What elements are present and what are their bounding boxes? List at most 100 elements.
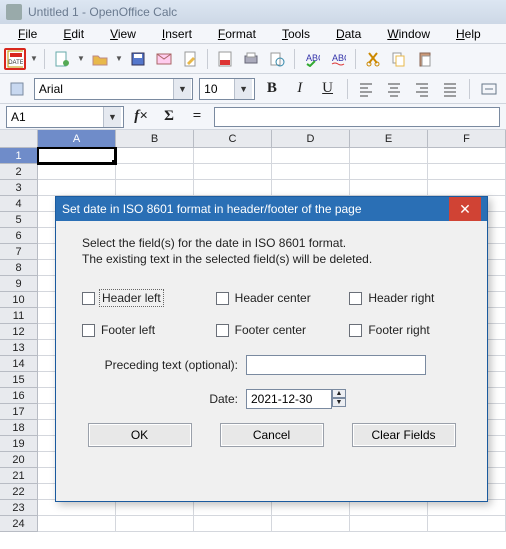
row-header[interactable]: 4 (0, 196, 38, 212)
autospell-button[interactable]: ABC (327, 48, 349, 70)
cell[interactable] (38, 180, 116, 196)
cell[interactable] (194, 148, 272, 164)
dropdown-icon[interactable]: ▼ (30, 48, 38, 70)
chevron-down-icon[interactable]: ▼ (103, 107, 121, 127)
cell[interactable] (116, 180, 194, 196)
chevron-down-icon[interactable]: ▼ (173, 79, 191, 99)
cell[interactable] (350, 500, 428, 516)
row-header[interactable]: 24 (0, 516, 38, 532)
paste-button[interactable] (414, 48, 436, 70)
dropdown-icon[interactable]: ▼ (115, 48, 123, 70)
preceding-text-input[interactable] (246, 355, 426, 375)
col-header-B[interactable]: B (116, 130, 194, 148)
row-header[interactable]: 19 (0, 436, 38, 452)
formula-input[interactable] (214, 107, 500, 127)
spin-down-button[interactable]: ▼ (332, 398, 346, 407)
col-header-F[interactable]: F (428, 130, 506, 148)
spin-up-button[interactable]: ▲ (332, 389, 346, 398)
cell[interactable] (116, 148, 194, 164)
cell[interactable] (350, 516, 428, 532)
row-header[interactable]: 18 (0, 420, 38, 436)
cell[interactable] (272, 164, 350, 180)
row-header[interactable]: 5 (0, 212, 38, 228)
font-name-input[interactable] (35, 79, 173, 99)
function-wizard-button[interactable]: f× (130, 106, 152, 128)
menu-edit[interactable]: Edit (51, 26, 96, 42)
name-box[interactable]: ▼ (6, 106, 124, 128)
align-right-button[interactable] (411, 78, 433, 100)
underline-button[interactable]: U (317, 78, 339, 100)
bold-button[interactable]: B (261, 78, 283, 100)
cell[interactable] (272, 148, 350, 164)
cell[interactable] (38, 148, 116, 164)
cell[interactable] (272, 500, 350, 516)
cell[interactable] (428, 148, 506, 164)
menu-help[interactable]: Help (444, 26, 493, 42)
row-header[interactable]: 20 (0, 452, 38, 468)
row-header[interactable]: 8 (0, 260, 38, 276)
checkbox-header-right[interactable]: Header right (349, 291, 467, 305)
edit-doc-button[interactable] (179, 48, 201, 70)
cancel-button[interactable]: Cancel (220, 423, 324, 447)
cell[interactable] (38, 500, 116, 516)
col-header-E[interactable]: E (350, 130, 428, 148)
chevron-down-icon[interactable]: ▼ (234, 79, 252, 99)
iso-date-extension-button[interactable]: DATE (4, 48, 26, 70)
cell[interactable] (428, 164, 506, 180)
menu-data[interactable]: Data (324, 26, 373, 42)
dropdown-icon[interactable]: ▼ (77, 48, 85, 70)
cell[interactable] (194, 500, 272, 516)
align-center-button[interactable] (383, 78, 405, 100)
sum-button[interactable]: Σ (158, 106, 180, 128)
row-header[interactable]: 2 (0, 164, 38, 180)
menu-view[interactable]: View (98, 26, 148, 42)
ok-button[interactable]: OK (88, 423, 192, 447)
checkbox-footer-right[interactable]: Footer right (349, 323, 467, 337)
cell[interactable] (194, 164, 272, 180)
merge-cells-button[interactable] (478, 78, 500, 100)
email-button[interactable] (153, 48, 175, 70)
cell[interactable] (38, 164, 116, 180)
cell[interactable] (428, 180, 506, 196)
checkbox-footer-center[interactable]: Footer center (216, 323, 334, 337)
italic-button[interactable]: I (289, 78, 311, 100)
row-header[interactable]: 13 (0, 340, 38, 356)
new-doc-button[interactable] (51, 48, 73, 70)
row-header[interactable]: 9 (0, 276, 38, 292)
font-size-input[interactable] (200, 79, 234, 99)
align-justify-button[interactable] (439, 78, 461, 100)
function-button[interactable]: = (186, 106, 208, 128)
row-header[interactable]: 16 (0, 388, 38, 404)
col-header-C[interactable]: C (194, 130, 272, 148)
cell[interactable] (194, 516, 272, 532)
row-header[interactable]: 11 (0, 308, 38, 324)
clear-fields-button[interactable]: Clear Fields (352, 423, 456, 447)
font-name-combo[interactable]: ▼ (34, 78, 193, 100)
cell[interactable] (272, 516, 350, 532)
checkbox-header-center[interactable]: Header center (216, 291, 334, 305)
cell-reference-input[interactable] (7, 107, 103, 127)
cell[interactable] (272, 180, 350, 196)
cell[interactable] (428, 516, 506, 532)
col-header-D[interactable]: D (272, 130, 350, 148)
cut-button[interactable] (362, 48, 384, 70)
row-header[interactable]: 17 (0, 404, 38, 420)
export-pdf-button[interactable] (214, 48, 236, 70)
cell[interactable] (116, 516, 194, 532)
row-header[interactable]: 3 (0, 180, 38, 196)
row-header[interactable]: 14 (0, 356, 38, 372)
preview-button[interactable] (266, 48, 288, 70)
spellcheck-button[interactable]: ABC (301, 48, 323, 70)
cell[interactable] (350, 180, 428, 196)
row-header[interactable]: 22 (0, 484, 38, 500)
cell[interactable] (194, 180, 272, 196)
close-button[interactable]: ✕ (449, 197, 481, 221)
cell[interactable] (38, 516, 116, 532)
align-left-button[interactable] (356, 78, 378, 100)
date-spinner[interactable]: ▲ ▼ (246, 389, 346, 409)
print-button[interactable] (240, 48, 262, 70)
copy-button[interactable] (388, 48, 410, 70)
font-size-combo[interactable]: ▼ (199, 78, 255, 100)
row-header[interactable]: 12 (0, 324, 38, 340)
menu-insert[interactable]: Insert (150, 26, 204, 42)
